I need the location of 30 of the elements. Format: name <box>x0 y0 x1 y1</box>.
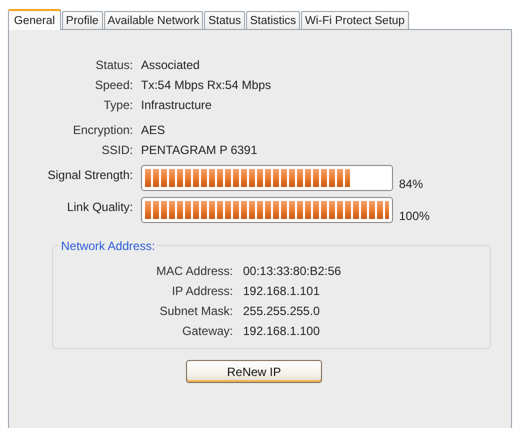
tab[interactable]: Available Network <box>104 11 204 29</box>
field-value: 255.255.255.0 <box>243 304 321 318</box>
field-label: Speed: <box>94 78 133 92</box>
field-value: 192.168.1.100 <box>243 324 321 338</box>
meter-label: Signal Strength: <box>46 167 133 182</box>
tab[interactable]: General <box>8 9 61 30</box>
group-title: Network Address: <box>59 239 158 253</box>
field-label: Status: <box>94 58 133 72</box>
renew-ip-button[interactable]: ReNew IP <box>186 360 322 383</box>
field-label: Subnet Mask: <box>158 304 233 318</box>
meter-reading: 84% <box>399 177 424 191</box>
field-value: 00:13:33:80:B2:56 <box>243 264 342 278</box>
field-value: Infrastructure <box>141 98 213 112</box>
tab[interactable]: Status <box>204 11 245 29</box>
field-label: Encryption: <box>72 123 133 137</box>
tab[interactable]: Profile <box>62 11 103 29</box>
meter-label: Link Quality: <box>66 199 133 214</box>
field-value: Tx:54 Mbps Rx:54 Mbps <box>141 78 272 92</box>
field-label: IP Address: <box>170 284 233 298</box>
meter-reading: 100% <box>399 209 431 223</box>
field-value: Associated <box>141 58 201 72</box>
tab[interactable]: Statistics <box>246 11 300 29</box>
field-value: PENTAGRAM P 6391 <box>141 143 258 157</box>
field-value: AES <box>141 123 166 137</box>
tab[interactable]: Wi-Fi Protect Setup <box>301 11 409 29</box>
field-label: Type: <box>102 98 133 112</box>
field-label: SSID: <box>100 143 133 157</box>
field-label: Gateway: <box>181 324 233 338</box>
field-label: MAC Address: <box>155 264 233 278</box>
field-value: 192.168.1.101 <box>243 284 321 298</box>
